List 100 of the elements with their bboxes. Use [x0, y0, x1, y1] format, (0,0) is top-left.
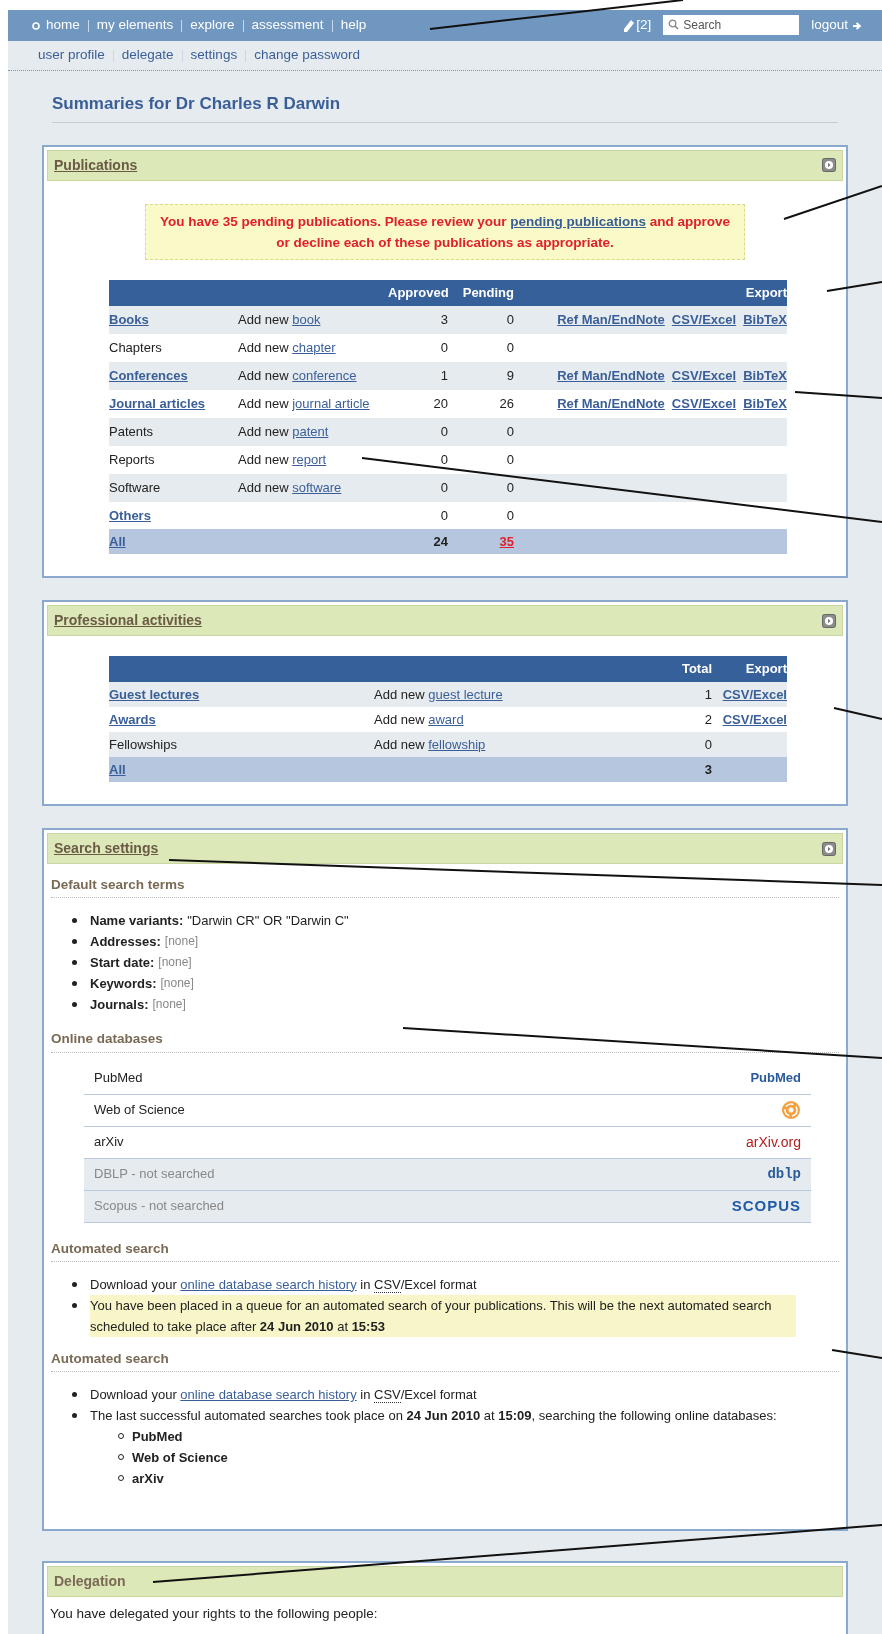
- all-link[interactable]: All: [109, 761, 126, 777]
- pending-count: 0: [506, 451, 514, 467]
- panel-title[interactable]: Search settings: [54, 838, 159, 859]
- all-link[interactable]: All: [109, 533, 126, 549]
- term-value: [none]: [158, 954, 192, 972]
- export-link[interactable]: Ref Man/EndNote: [557, 365, 665, 385]
- add-new-link[interactable]: fellowship: [428, 736, 486, 752]
- add-new-link[interactable]: chapter: [292, 339, 336, 355]
- add-new-text: Add new award: [374, 711, 464, 727]
- leader-line: [833, 707, 882, 720]
- add-new-link[interactable]: book: [292, 311, 321, 327]
- export-link[interactable]: CSV/Excel: [671, 365, 737, 385]
- expand-icon[interactable]: [822, 841, 836, 856]
- export-link[interactable]: Ref Man/EndNote: [557, 393, 665, 413]
- add-new-link[interactable]: patent: [292, 423, 329, 439]
- download-text: Download your online database search history in CSV/Excel format: [90, 1275, 477, 1295]
- approved-count: 0: [440, 423, 448, 439]
- expand-icon[interactable]: [822, 613, 836, 628]
- database-name: Web of Science: [132, 1449, 228, 1467]
- pending-count: 0: [506, 479, 514, 495]
- nav-link[interactable]: home: [46, 15, 80, 36]
- approved-count: 20: [433, 395, 448, 411]
- pending-count: 0: [506, 311, 514, 327]
- approved-count: 3: [440, 311, 448, 327]
- nav-link[interactable]: assessment: [251, 15, 324, 36]
- search-note: You have been placed in a queue for an automated search of your publications. This will be the next automated search scheduled to take place after 24 Jun 2010 at 15:53: [90, 1294, 796, 1337]
- panel-title[interactable]: Publications: [54, 154, 138, 176]
- logout-link[interactable]: logout: [811, 15, 862, 36]
- download-text: Download your online database search history in CSV/Excel format: [90, 1386, 477, 1405]
- bullet-icon: [72, 1302, 77, 1308]
- swirl-logo-icon: [781, 1100, 801, 1120]
- column-header: Export: [712, 656, 787, 682]
- database-name: arXiv: [132, 1470, 164, 1488]
- export-link[interactable]: CSV/Excel: [722, 709, 787, 730]
- pending-alert: You have 35 pending publications. Please review your pending publications and approve or decline each of these publications as appropriate.: [145, 203, 745, 260]
- subnav-link[interactable]: change password: [254, 45, 360, 66]
- add-new-text: Add new book: [238, 311, 321, 327]
- bullet-icon: [72, 939, 77, 945]
- category-link[interactable]: Journal articles: [109, 395, 206, 411]
- add-new-link[interactable]: guest lecture: [428, 686, 503, 702]
- add-new-link[interactable]: report: [292, 451, 327, 467]
- separator: [331, 19, 333, 32]
- expand-icon[interactable]: [822, 158, 836, 172]
- nav-link[interactable]: explore: [190, 15, 235, 36]
- add-new-link[interactable]: journal article: [292, 395, 370, 411]
- export-link[interactable]: CSV/Excel: [671, 309, 737, 329]
- database-name: arXiv: [94, 1133, 124, 1152]
- search-field[interactable]: Search: [663, 15, 800, 36]
- add-new-link[interactable]: software: [292, 479, 342, 495]
- search-note: The last successful automated searches took place on 24 Jun 2010 at 15:09, searching the following online databases:: [90, 1407, 777, 1425]
- pending-publications-link[interactable]: pending publications: [510, 213, 646, 229]
- bullet-icon: [72, 1281, 77, 1287]
- nav-link[interactable]: my elements: [96, 15, 174, 36]
- export-link[interactable]: CSV/Excel: [671, 393, 737, 413]
- category-link[interactable]: Conferences: [109, 367, 188, 383]
- category-name: Chapters: [109, 339, 162, 355]
- subnav-link[interactable]: delegate: [121, 45, 174, 66]
- arxiv-logo: arXiv.org: [746, 1132, 801, 1152]
- pubmed-logo: PubMed: [750, 1069, 801, 1088]
- leader-line: [831, 1349, 882, 1359]
- bullet-icon: [72, 981, 77, 987]
- column-header: Export: [514, 279, 787, 306]
- export-link[interactable]: Ref Man/EndNote: [557, 309, 665, 329]
- category-link[interactable]: Others: [109, 507, 151, 523]
- section-heading: Default search terms: [51, 867, 839, 899]
- bullet-icon: [72, 1392, 77, 1397]
- add-new-link[interactable]: award: [428, 711, 464, 727]
- panel-title: Delegation: [54, 1572, 126, 1591]
- category-link[interactable]: Books: [109, 311, 149, 327]
- dblp-logo: dblp: [767, 1164, 801, 1184]
- pending-total-link[interactable]: 35: [499, 533, 514, 549]
- page-title: Summaries for Dr Charles R Darwin: [52, 91, 838, 123]
- category-link[interactable]: Guest lectures: [109, 686, 200, 702]
- approved-count: 0: [440, 451, 448, 467]
- scopus-logo: SCOPUS: [731, 1195, 801, 1216]
- add-new-link[interactable]: conference: [292, 367, 357, 383]
- subnav-link[interactable]: user profile: [38, 45, 105, 66]
- export-link[interactable]: BibTeX: [743, 309, 787, 329]
- category-name: Fellowships: [109, 736, 177, 752]
- subnav-link[interactable]: settings: [190, 45, 238, 66]
- delegation-text: You have delegated your rights to the following people:: [49, 1605, 379, 1623]
- approved-count: 0: [440, 507, 448, 523]
- pending-count: 26: [499, 395, 514, 411]
- panel-title[interactable]: Professional activities: [54, 610, 202, 631]
- approved-total: 24: [433, 533, 448, 549]
- nav-link[interactable]: help: [340, 15, 367, 36]
- database-name: Web of Science: [94, 1101, 185, 1120]
- search-history-link[interactable]: online database search history: [180, 1276, 357, 1292]
- category-link[interactable]: Awards: [109, 711, 156, 727]
- add-new-text: Add new conference: [238, 367, 357, 383]
- export-link[interactable]: CSV/Excel: [722, 684, 787, 705]
- pending-count: 0: [506, 339, 514, 355]
- pending-count: 0: [506, 423, 514, 439]
- term-value: [none]: [164, 933, 199, 951]
- pending-count: 0: [506, 507, 514, 523]
- add-new-text: Add new patent: [238, 423, 329, 439]
- export-link[interactable]: BibTeX: [743, 393, 787, 413]
- badge-count[interactable]: [2]: [636, 15, 652, 36]
- export-link[interactable]: BibTeX: [743, 365, 787, 385]
- search-history-link[interactable]: online database search history: [180, 1387, 357, 1402]
